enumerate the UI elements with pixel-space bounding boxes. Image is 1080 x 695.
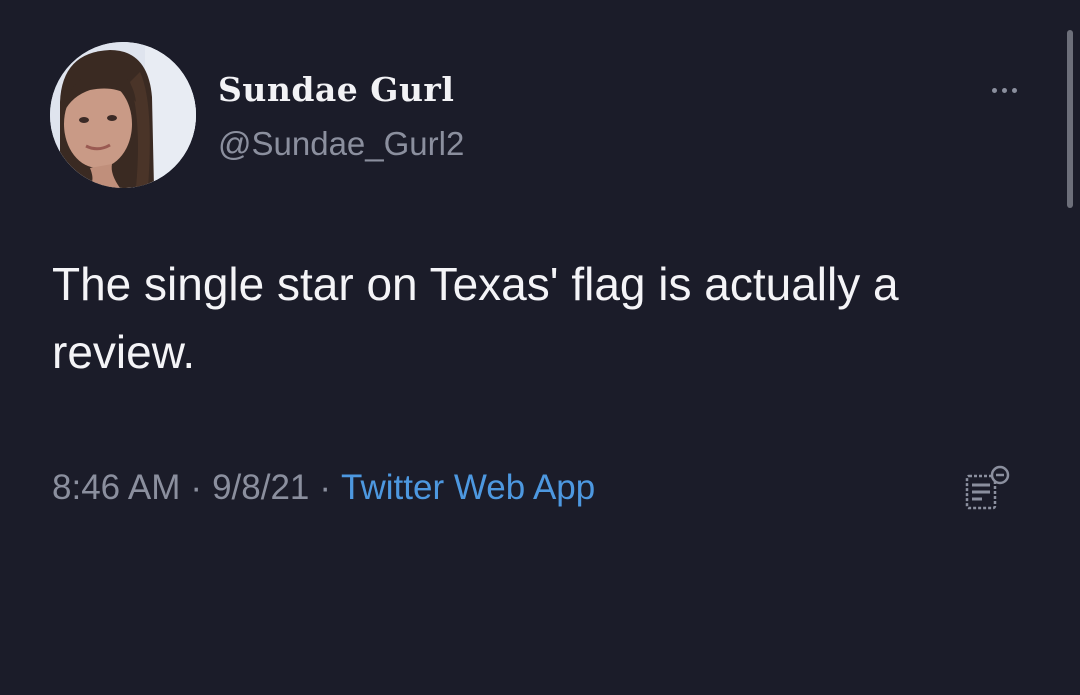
tweet-metadata: 8:46 AM · 9/8/21 · Twitter Web App bbox=[52, 468, 595, 508]
more-dot bbox=[1011, 87, 1017, 93]
avatar-image bbox=[50, 42, 196, 188]
separator: · bbox=[190, 468, 203, 507]
display-name[interactable]: Sundae Gurl bbox=[218, 70, 454, 109]
tweet-time[interactable]: 8:46 AM bbox=[52, 468, 180, 507]
tweet-card: Sundae Gurl @Sundae_Gurl2 The single sta… bbox=[0, 0, 1080, 695]
user-handle[interactable]: @Sundae_Gurl2 bbox=[218, 125, 464, 163]
analytics-icon[interactable] bbox=[962, 463, 1014, 515]
scrollbar[interactable] bbox=[1067, 30, 1073, 208]
tweet-text: The single star on Texas' flag is actual… bbox=[52, 258, 899, 378]
avatar[interactable] bbox=[50, 42, 196, 188]
more-dot bbox=[1001, 87, 1007, 93]
tweet-date[interactable]: 9/8/21 bbox=[212, 468, 309, 507]
more-horizontal-icon bbox=[991, 87, 997, 93]
separator: · bbox=[319, 468, 332, 507]
tweet-source-link[interactable]: Twitter Web App bbox=[341, 468, 595, 507]
more-options-button[interactable] bbox=[982, 76, 1026, 104]
